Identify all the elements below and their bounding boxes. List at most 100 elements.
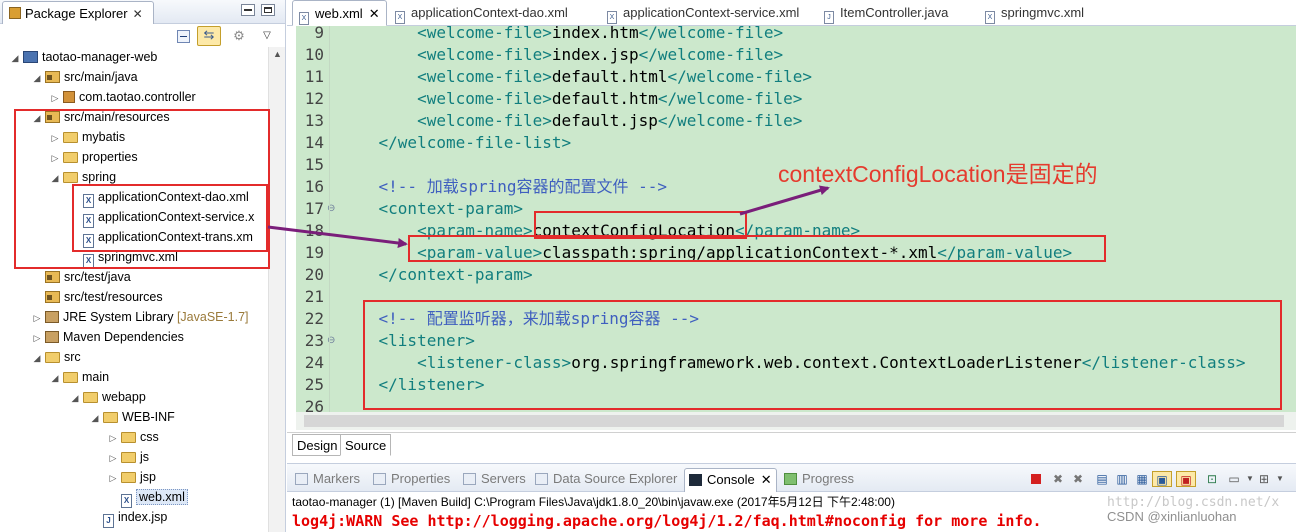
tree-item[interactable]: src/test/java bbox=[32, 267, 131, 287]
xml-tag-token: <welcome-file> bbox=[340, 26, 552, 42]
terminate-button[interactable] bbox=[1028, 471, 1044, 487]
watermark: CSDN @xinlianluohan bbox=[1107, 509, 1237, 524]
collapsed-twisty-icon[interactable]: ▷ bbox=[108, 468, 118, 488]
console-process-title: taotao-manager (1) [Maven Build] C:\Prog… bbox=[292, 495, 895, 509]
remove-launch-icon[interactable]: ✖ bbox=[1050, 471, 1066, 487]
tab-console[interactable]: Console ✕ bbox=[684, 468, 777, 492]
line-number: 17 bbox=[304, 199, 324, 218]
xml-tag-token: </welcome-file> bbox=[638, 26, 784, 42]
code-line[interactable]: <welcome-file>index.jsp</welcome-file> bbox=[340, 44, 783, 66]
tab-progress[interactable]: Progress bbox=[784, 470, 854, 490]
design-source-tabbar: Design Source bbox=[287, 432, 1296, 458]
open-console-icon[interactable]: ⊞ bbox=[1256, 471, 1272, 487]
editor-tab[interactable]: J ItemController.java bbox=[824, 0, 948, 26]
tree-item[interactable]: Xweb.xml bbox=[108, 487, 188, 508]
tree-item[interactable]: ◢ src/main/java bbox=[32, 67, 138, 87]
editor-tab[interactable]: XapplicationContext-dao.xml bbox=[395, 0, 568, 26]
line-number: 22 bbox=[304, 309, 324, 328]
xml-tag-token: </welcome-file> bbox=[657, 89, 803, 108]
tree-item[interactable]: ▷ css bbox=[108, 427, 159, 447]
code-line[interactable]: <welcome-file>default.html</welcome-file… bbox=[340, 66, 812, 88]
scroll-up-icon[interactable]: ▲ bbox=[273, 49, 282, 59]
scrollbar-thumb[interactable] bbox=[304, 415, 1284, 427]
collapse-all-icon[interactable] bbox=[177, 30, 190, 43]
word-wrap-icon[interactable]: ▦ bbox=[1134, 471, 1150, 487]
tree-item[interactable]: ◢ WEB-INF bbox=[90, 407, 175, 427]
tree-item[interactable]: src/test/resources bbox=[32, 287, 163, 307]
line-number: 21 bbox=[304, 287, 324, 306]
tree-item[interactable]: ◢ src bbox=[32, 347, 81, 367]
focus-on-active-task-icon[interactable]: ⚙ bbox=[231, 28, 247, 44]
tab-properties[interactable]: Properties bbox=[373, 470, 450, 490]
markers-icon bbox=[295, 473, 308, 485]
code-line[interactable]: <welcome-file>default.jsp</welcome-file> bbox=[340, 110, 802, 132]
tab-markers[interactable]: Markers bbox=[295, 470, 360, 490]
collapsed-twisty-icon[interactable]: ▷ bbox=[32, 328, 42, 348]
collapsed-twisty-icon[interactable]: ▷ bbox=[108, 428, 118, 448]
tree-item[interactable]: Jindex.jsp bbox=[90, 507, 167, 528]
show-console-on-output-icon[interactable]: ▣ bbox=[1152, 471, 1172, 487]
show-console-on-error-icon[interactable]: ▣ bbox=[1176, 471, 1196, 487]
code-line[interactable]: </context-param> bbox=[340, 264, 533, 286]
expanded-twisty-icon[interactable]: ◢ bbox=[50, 368, 60, 388]
line-number: 19 bbox=[304, 243, 324, 262]
tree-item[interactable]: ▷ JRE System Library [JavaSE-1.7] bbox=[32, 307, 249, 327]
editor-tab[interactable]: XapplicationContext-service.xml bbox=[607, 0, 799, 26]
minimize-view-button[interactable] bbox=[241, 4, 255, 16]
editor-tab-label: ItemController.java bbox=[840, 5, 949, 20]
package-explorer-tab[interactable]: Package Explorer ✕ bbox=[2, 1, 154, 24]
collapsed-twisty-icon[interactable]: ▷ bbox=[32, 308, 42, 328]
tab-design[interactable]: Design bbox=[292, 434, 343, 456]
tree-item[interactable]: ◢ main bbox=[50, 367, 110, 388]
xml-file-icon: X bbox=[121, 494, 132, 508]
tab-servers[interactable]: Servers bbox=[463, 470, 526, 490]
code-line[interactable]: <welcome-file>default.htm</welcome-file> bbox=[340, 88, 802, 110]
editor-tab[interactable]: Xspringmvc.xml bbox=[985, 0, 1084, 26]
editor-left-ruler bbox=[287, 26, 296, 434]
remove-all-terminated-icon[interactable]: ✖ bbox=[1070, 471, 1086, 487]
code-line[interactable]: <welcome-file>index.htm</welcome-file> bbox=[340, 26, 783, 44]
close-icon[interactable]: ✕ bbox=[761, 472, 772, 487]
tree-item-label: css bbox=[140, 430, 159, 444]
collapsed-twisty-icon[interactable]: ▷ bbox=[50, 88, 60, 108]
collapsed-twisty-icon[interactable]: ▷ bbox=[108, 448, 118, 468]
tree-item[interactable]: ◢ taotao-manager-web bbox=[10, 47, 158, 68]
clear-console-icon[interactable]: ▤ bbox=[1094, 471, 1110, 487]
folder-icon bbox=[103, 412, 118, 423]
tree-item[interactable]: ▷ Maven Dependencies bbox=[32, 327, 184, 347]
maximize-view-button[interactable] bbox=[261, 4, 275, 16]
close-icon[interactable]: ✕ bbox=[369, 6, 380, 21]
library-icon bbox=[45, 331, 59, 343]
line-number: 24 bbox=[304, 353, 324, 372]
expanded-twisty-icon[interactable]: ◢ bbox=[10, 48, 20, 68]
tree-item-decoration: [JavaSE-1.7] bbox=[176, 310, 249, 324]
display-selected-console-icon[interactable]: ▭ bbox=[1226, 471, 1242, 487]
editor-horizontal-scrollbar[interactable] bbox=[296, 412, 1296, 430]
tree-item[interactable]: ▷ jsp bbox=[108, 467, 156, 487]
editor-tab[interactable]: Xweb.xml ✕ bbox=[292, 0, 387, 26]
expanded-twisty-icon[interactable]: ◢ bbox=[90, 408, 100, 428]
console-output[interactable]: taotao-manager (1) [Maven Build] C:\Prog… bbox=[287, 492, 1296, 532]
chevron-down-icon[interactable]: ▼ bbox=[1272, 471, 1288, 487]
expanded-twisty-icon[interactable]: ◢ bbox=[70, 388, 80, 408]
view-menu-chevron-down-icon[interactable]: ▽ bbox=[259, 28, 275, 44]
line-number: 25 bbox=[304, 375, 324, 394]
progress-icon bbox=[784, 473, 797, 485]
code-line[interactable]: <context-param> bbox=[340, 198, 524, 220]
xml-file-icon: X bbox=[299, 12, 309, 25]
tree-item[interactable]: ▷ com.taotao.controller bbox=[50, 87, 196, 107]
tree-item[interactable]: ◢ webapp bbox=[70, 387, 146, 407]
scroll-lock-icon[interactable]: ▥ bbox=[1114, 471, 1130, 487]
pin-console-icon[interactable]: ⊡ bbox=[1204, 471, 1220, 487]
link-with-editor-icon[interactable]: ⇆ bbox=[197, 26, 221, 46]
java-file-icon: J bbox=[824, 11, 834, 24]
code-line[interactable]: </welcome-file-list> bbox=[340, 132, 572, 154]
tab-source[interactable]: Source bbox=[340, 434, 392, 456]
tab-data-source-explorer[interactable]: Data Source Explorer bbox=[535, 470, 677, 490]
expanded-twisty-icon[interactable]: ◢ bbox=[32, 68, 42, 88]
close-icon[interactable]: ✕ bbox=[133, 7, 143, 21]
expanded-twisty-icon[interactable]: ◢ bbox=[32, 348, 42, 368]
code-line[interactable]: <!-- 加载spring容器的配置文件 --> bbox=[340, 176, 668, 198]
tree-item[interactable]: ▷ js bbox=[108, 447, 150, 468]
package-explorer-scrollbar[interactable]: ▲ bbox=[268, 47, 285, 532]
